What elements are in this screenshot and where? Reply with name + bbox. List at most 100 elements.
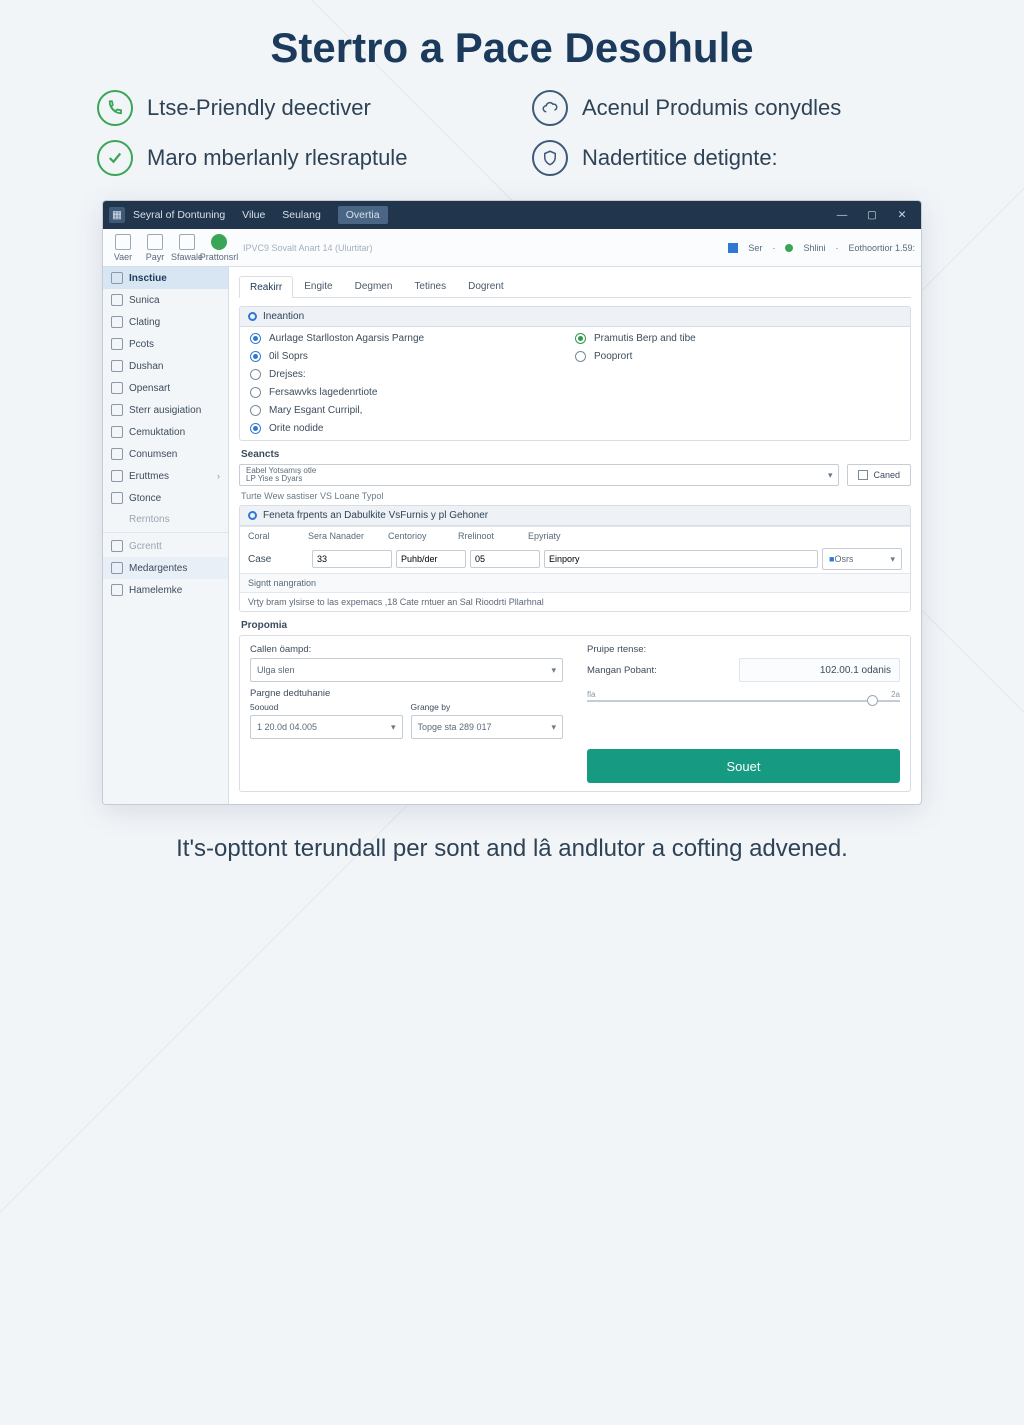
cell-a: Case <box>248 554 308 565</box>
caned-button[interactable]: Caned <box>847 464 911 486</box>
tab-tetines[interactable]: Tetines <box>403 275 457 297</box>
radio-icon <box>250 369 261 380</box>
sidebar-item-2[interactable]: Clating <box>103 311 228 333</box>
cog-icon <box>111 562 123 574</box>
sidebar-item-4[interactable]: Dushan <box>103 355 228 377</box>
caption-1: Turte Wew sastiser VS Loane Typol <box>241 491 911 501</box>
sidebar-item-9[interactable]: Eruttmes› <box>103 465 228 487</box>
radio-label: Mary Esgant Curripil, <box>269 405 362 416</box>
sidebar-label: Dushan <box>129 361 163 372</box>
sidebar-label: Clating <box>129 317 160 328</box>
tool-open[interactable]: Payr <box>141 232 169 264</box>
radio-option[interactable]: Mary Esgant Curripil, <box>250 405 575 416</box>
sidebar-item-5[interactable]: Opensart <box>103 377 228 399</box>
section-ineantion: Ineantion Aurlage Starlloston Agarsis Pa… <box>239 306 911 441</box>
tool-run[interactable]: Prattonsrl <box>205 232 233 264</box>
box-icon <box>111 294 123 306</box>
radio-option[interactable]: Fersawvks lagedenrtiote <box>250 387 575 398</box>
menu-item-3[interactable]: Overtia <box>338 206 388 224</box>
radio-icon <box>250 405 261 416</box>
sidebar-item-12[interactable]: Gcrentt <box>103 535 228 557</box>
range-slider[interactable]: fla 2a <box>587 692 900 710</box>
tab-reakirr[interactable]: Reakirr <box>239 276 293 298</box>
sidebar-item-0[interactable]: Insctiue <box>103 267 228 289</box>
menu-item-2[interactable]: Seulang <box>282 209 321 221</box>
cell-e-input[interactable] <box>544 550 818 568</box>
section2-icon <box>248 511 257 520</box>
props-title: Propomia <box>241 620 911 631</box>
submit-button[interactable]: Souet <box>587 749 900 783</box>
box-icon <box>111 404 123 416</box>
titlebar: ▦ Seyral of Dontuning Vilue Seulang Over… <box>103 201 921 229</box>
maximize-icon[interactable]: ▢ <box>859 205 885 225</box>
radio-option[interactable]: 0il Soprs <box>250 351 575 362</box>
sidebar-item-8[interactable]: Conumsen <box>103 443 228 465</box>
sidebar-item-14[interactable]: Hamelemke <box>103 579 228 601</box>
seancts-label: Seancts <box>241 449 911 460</box>
sidebar-item-1[interactable]: Sunica <box>103 289 228 311</box>
radio-option[interactable]: Aurlage Starlloston Agarsis Parnge <box>250 333 575 344</box>
section2-title: Feneta frpents an Dabulkite VsFurnis y p… <box>263 510 488 521</box>
feature-1: Ltse-Priendly deectiver <box>97 90 492 126</box>
props-grid: Callen öampd: Ulga slen▾ Pruipe rtense: … <box>239 635 911 792</box>
feature-3: Maro mberlanly rlesraptule <box>97 140 492 176</box>
tab-engite[interactable]: Engite <box>293 275 343 297</box>
cell-d-input[interactable] <box>470 550 540 568</box>
sidebar-label: Hamelemke <box>129 585 182 596</box>
grange-select[interactable]: Topge sta 289 017▾ <box>411 715 564 739</box>
radio-icon <box>575 351 586 362</box>
seancts-block: Seancts Eabel Yotsamış otle LP Yise s Dy… <box>239 449 911 501</box>
scouod-select[interactable]: 1 20.0d 04.005▾ <box>250 715 403 739</box>
sidebar-item-3[interactable]: Pcots <box>103 333 228 355</box>
feature-2-text: Acenul Produmis conydles <box>582 95 841 121</box>
feature-grid: Ltse-Priendly deectiver Acenul Produmis … <box>97 90 927 176</box>
radio-option[interactable]: Pooprort <box>575 351 900 362</box>
tab-bar: ReakirrEngiteDegmenTetinesDogrent <box>239 275 911 298</box>
sidebar-item-10[interactable]: Gtonce <box>103 487 228 509</box>
radio-option[interactable]: Pramutis Berp and tibe <box>575 333 900 344</box>
tool-wand[interactable]: Sfawale <box>173 232 201 264</box>
tab-degmen[interactable]: Degmen <box>344 275 404 297</box>
pripe-value: 102.00.1 odanis <box>739 658 901 682</box>
toolbar-hint: IPVC9 Sovalt Anart 14 (Ulurtitar) <box>243 243 373 253</box>
sidebar-item-7[interactable]: Cemuktation <box>103 421 228 443</box>
sidebar-item-13[interactable]: Medargentes <box>103 557 228 579</box>
phone-icon <box>97 90 133 126</box>
seancts-select[interactable]: Eabel Yotsamış otle LP Yise s Dyars▾ <box>239 464 839 486</box>
cell-b-input[interactable] <box>312 550 392 568</box>
sidebar-label: Opensart <box>129 383 170 394</box>
close-icon[interactable]: ✕ <box>889 205 915 225</box>
sidebar-item-11[interactable]: Rerntons <box>103 509 228 530</box>
radio-option[interactable]: Orite nodide <box>250 423 575 434</box>
page-title: Stertro a Pace Desohule <box>0 0 1024 90</box>
status-flag: Ser <box>748 243 762 253</box>
db-icon <box>111 360 123 372</box>
cloud-icon <box>532 90 568 126</box>
footer-copy: It's-opttont terundall per sont and lâ a… <box>152 831 872 867</box>
menu-item-1[interactable]: Vilue <box>242 209 265 221</box>
user-icon <box>111 338 123 350</box>
minimize-icon[interactable]: ― <box>829 205 855 225</box>
cell-c-input[interactable] <box>396 550 466 568</box>
pripe-field: Mangan Pobant: <box>587 665 731 676</box>
tool-new[interactable]: Vaer <box>109 232 137 264</box>
section-table: Feneta frpents an Dabulkite VsFurnis y p… <box>239 505 911 612</box>
sidebar: InsctiueSunica Clating Pcots Dushan Opensart… <box>103 267 229 804</box>
sidebar-label: Conumsen <box>129 449 177 460</box>
clock-icon <box>111 584 123 596</box>
home-icon <box>111 272 123 284</box>
radio-option[interactable]: Drejses: <box>250 369 575 380</box>
radio-label: Pramutis Berp and tibe <box>594 333 696 344</box>
app-title: Seyral of Dontuning <box>133 209 225 221</box>
tab-dogrent[interactable]: Dogrent <box>457 275 515 297</box>
cell-mode-select[interactable]: ■ Osrs▾ <box>822 548 902 570</box>
sidebar-label: Cemuktation <box>129 427 185 438</box>
pargne-label: Pargne dedtuhanie <box>250 688 563 699</box>
sidebar-item-6[interactable]: Sterr ausigiation <box>103 399 228 421</box>
scouod-label: 5oouod <box>250 702 403 712</box>
radio-label: Drejses: <box>269 369 306 380</box>
feature-4: Nadertitice detignte: <box>532 140 927 176</box>
radio-icon <box>250 351 261 362</box>
status-dot-icon <box>785 244 793 252</box>
callen-select[interactable]: Ulga slen▾ <box>250 658 563 682</box>
